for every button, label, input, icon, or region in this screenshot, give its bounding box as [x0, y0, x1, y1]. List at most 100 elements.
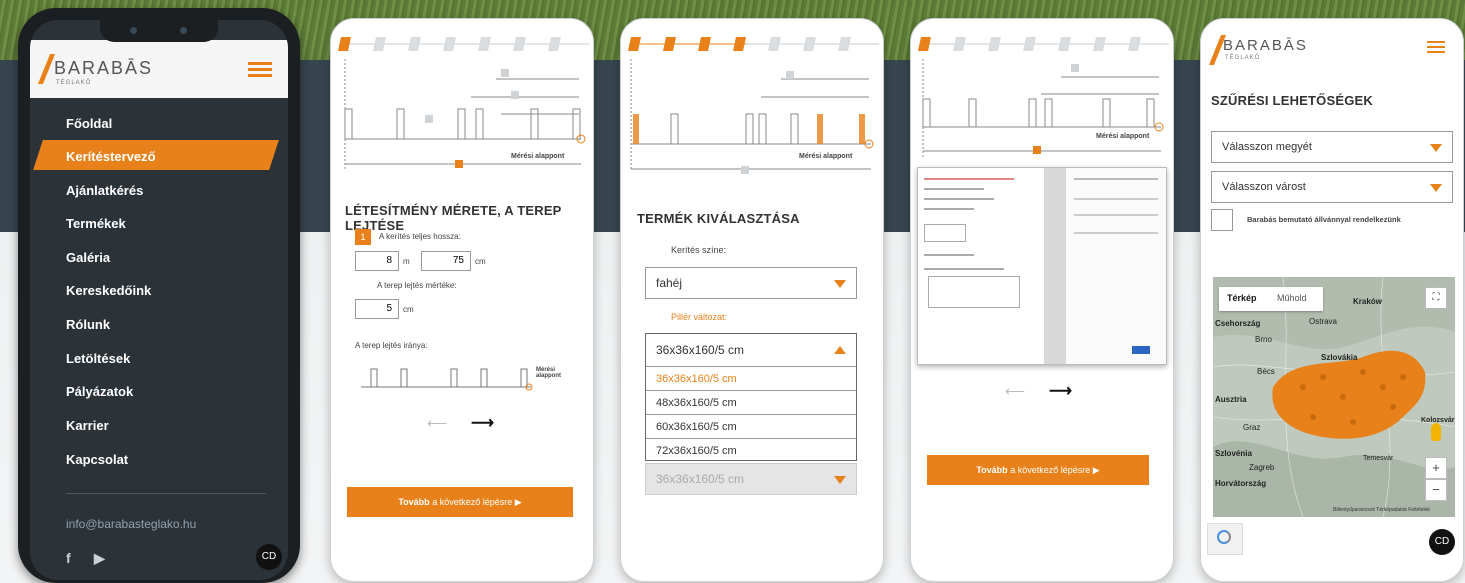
recaptcha-icon: [1217, 530, 1231, 544]
slope-unit: cm: [403, 305, 414, 314]
map-label: Szlovénia: [1215, 449, 1252, 458]
county-select-text: Válasszon megyét: [1222, 141, 1312, 153]
city-select[interactable]: Válasszon várost: [1211, 171, 1453, 203]
length-cm-input[interactable]: 75: [421, 251, 471, 271]
recaptcha-badge[interactable]: [1207, 523, 1243, 555]
fence-color-value: fahéj: [656, 276, 683, 290]
page-title: TERMÉK KIVÁLASZTÁSA: [637, 211, 800, 226]
hamburger-menu-icon[interactable]: [248, 62, 272, 78]
print-preview-dialog[interactable]: [917, 167, 1167, 365]
contact-email[interactable]: info@barabasteglako.hu: [66, 517, 196, 531]
step-progress-and-fence-diagram: [918, 37, 1169, 159]
map-tab-satellite[interactable]: Műhold: [1277, 293, 1307, 303]
next-step-button[interactable]: Tovább a következő lépésre ▶: [347, 487, 573, 517]
planner-phone-product: Mérési alappont TERMÉK KIVÁLASZTÁSA Kerí…: [620, 18, 884, 582]
county-select[interactable]: Válasszon megyét: [1211, 131, 1453, 163]
pillar-variant-selected: 36x36x160/5 cm: [656, 343, 745, 357]
fullscreen-icon[interactable]: ⛶: [1425, 287, 1447, 309]
unit-m: m: [403, 257, 410, 266]
next-step-button[interactable]: Tovább a következő lépésre ▶: [927, 455, 1149, 485]
next-step-text: a következő lépésre: [1007, 465, 1091, 475]
next-arrow-icon[interactable]: ⟶: [471, 413, 494, 433]
map-type-toggle: Térkép Műhold: [1219, 287, 1323, 311]
map-label: Kraków: [1353, 297, 1382, 306]
chevron-down-icon: [834, 476, 846, 484]
total-length-label: A kerítés teljes hossza:: [379, 232, 461, 241]
print-confirm-button[interactable]: [1132, 346, 1150, 354]
cookie-settings-icon[interactable]: CD: [256, 544, 282, 570]
next-step-bold: Tovább: [398, 497, 430, 507]
step-progress-and-fence-diagram: [338, 37, 589, 169]
measure-point-label: Mérési alappont: [1096, 133, 1150, 140]
next-step-bold: Tovább: [976, 465, 1008, 475]
menu-item-fooldal[interactable]: Főoldal: [66, 110, 112, 138]
menu-phone-screen: BARABĀS TÉGLAKŐ Főoldal Kerítéstervező A…: [30, 20, 288, 580]
logo[interactable]: BARABĀS: [54, 58, 153, 79]
menu-item-rolunk[interactable]: Rólunk: [66, 311, 110, 339]
measure-point-label: Mérési alappont: [799, 153, 853, 160]
print-scrollbar[interactable]: [1044, 168, 1066, 364]
pillar-variant-label: Pillér változat:: [671, 312, 728, 322]
dealer-map[interactable]: Térkép Műhold ⛶ Csehország Kraków Brno O…: [1213, 277, 1455, 517]
map-label: Zagreb: [1249, 463, 1275, 472]
hamburger-menu-icon[interactable]: [1427, 41, 1445, 53]
slope-label: A terep lejtés mértéke:: [377, 281, 457, 290]
measure-point-label: Mérési alappont: [511, 153, 565, 160]
terms-link[interactable]: Feltételek: [1408, 507, 1430, 513]
step-progress-and-fence-diagram: [628, 37, 879, 174]
pillar-variant-dropdown[interactable]: 36x36x160/5 cm 36x36x160/5 cm 48x36x160/…: [645, 333, 857, 461]
print-page-preview: [918, 168, 1044, 364]
street-view-pegman-icon[interactable]: [1431, 423, 1441, 441]
unit-cm: cm: [475, 257, 486, 266]
map-label: Bécs: [1257, 367, 1275, 376]
direction-measure-label: Mérési alappont: [536, 367, 561, 379]
map-label: Csehország: [1215, 319, 1261, 328]
menu-item-kereskedoink[interactable]: Kereskedőink: [66, 277, 151, 305]
menu-item-palyazatok[interactable]: Pályázatok: [66, 378, 133, 406]
slope-direction-label: A terep lejtés iránya:: [355, 341, 428, 350]
map-footer: Billentyűparancsok Térképadatok Feltétel…: [1333, 507, 1430, 513]
fence-color-select[interactable]: fahéj: [645, 267, 857, 299]
facebook-icon[interactable]: f: [66, 550, 71, 566]
previous-arrow-icon[interactable]: ⟵: [427, 415, 447, 432]
chevron-up-icon: [834, 346, 846, 354]
cookie-settings-icon[interactable]: CD: [1429, 529, 1455, 555]
page-title: LÉTESÍTMÉNY MÉRETE, A TEREP LEJTÉSE: [345, 203, 562, 233]
menu-item-karrier[interactable]: Karrier: [66, 412, 109, 440]
showroom-checkbox[interactable]: [1211, 209, 1233, 231]
menu-item-galeria[interactable]: Galéria: [66, 244, 110, 272]
map-label: Ostrava: [1309, 317, 1338, 326]
map-tab-map[interactable]: Térkép: [1227, 293, 1257, 303]
pillar-option[interactable]: 60x36x160/5 cm: [646, 414, 856, 438]
previous-arrow-icon[interactable]: ⟵: [1005, 383, 1025, 400]
menu-item-termekek[interactable]: Termékek: [66, 210, 126, 238]
pillar-option[interactable]: 48x36x160/5 cm: [646, 390, 856, 414]
logo-slash-icon: [37, 54, 56, 84]
menu-item-ajanlatkeres[interactable]: Ajánlatkérés: [66, 177, 143, 205]
pillar-option[interactable]: 36x36x160/5 cm: [646, 366, 856, 390]
length-meter-input[interactable]: 8: [355, 251, 399, 271]
zoom-in-icon[interactable]: +: [1425, 457, 1447, 479]
next-arrow-icon[interactable]: ⟶: [1049, 381, 1072, 401]
slope-direction-diagram[interactable]: [351, 359, 551, 399]
pillar-option[interactable]: 72x36x160/5 cm: [646, 438, 856, 462]
chevron-down-icon: [1430, 184, 1442, 192]
keyboard-shortcuts-link[interactable]: Billentyűparancsok: [1333, 507, 1375, 513]
city-select-text: Válasszon várost: [1222, 181, 1306, 193]
fence-color-label: Kerítés színe:: [671, 245, 727, 255]
site-header: BARABĀS TÉGLAKŐ: [30, 40, 288, 98]
map-data-link[interactable]: Térképadatok: [1376, 507, 1407, 513]
step-number-badge: 1: [355, 229, 371, 245]
map-label: Graz: [1243, 423, 1261, 432]
zoom-out-icon[interactable]: −: [1425, 479, 1447, 501]
youtube-icon[interactable]: ▶: [94, 550, 105, 567]
menu-item-letoltesek[interactable]: Letöltések: [66, 345, 130, 373]
map-label: Horvátország: [1215, 479, 1267, 488]
logo[interactable]: BARABĀS: [1223, 37, 1308, 54]
menu-item-keritestervezo[interactable]: Kerítéstervező: [66, 143, 156, 171]
slope-input[interactable]: 5: [355, 299, 399, 319]
planner-phone-print: Mérési alappont ⟵ ⟶ Tovább a következő l…: [910, 18, 1174, 582]
map-label: Ausztria: [1215, 395, 1247, 404]
menu-item-kapcsolat[interactable]: Kapcsolat: [66, 446, 128, 474]
disabled-select: 36x36x160/5 cm: [645, 463, 857, 495]
